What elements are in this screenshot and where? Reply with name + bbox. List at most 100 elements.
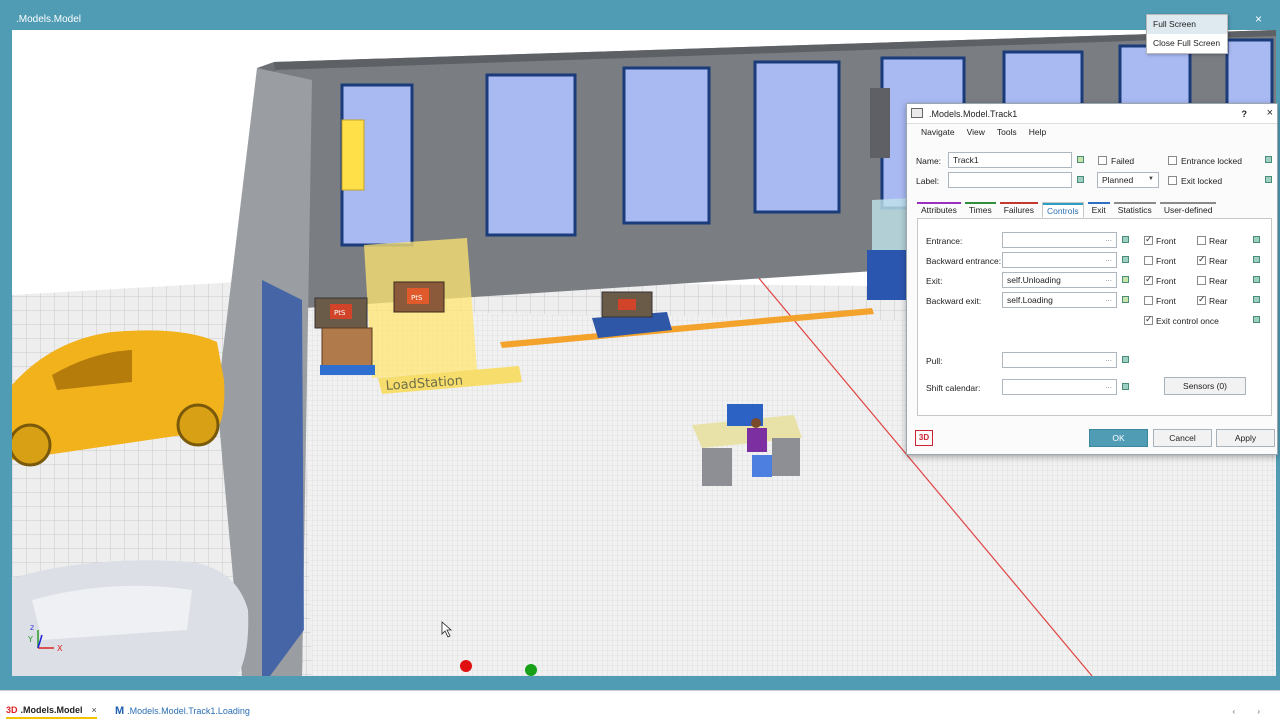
3d-icon: 3D [6,705,18,715]
tab-statistics[interactable]: Statistics [1113,202,1156,218]
ok-button[interactable]: OK [1089,429,1148,447]
exit-control-once-inherit-toggle[interactable] [1253,316,1260,323]
exit-rear-checkbox[interactable] [1197,276,1206,285]
backward-entrance-rear-label: Rear [1209,256,1228,266]
backward-exit-front-checkbox[interactable] [1144,296,1153,305]
backward-exit-rear-label: Rear [1209,296,1228,306]
browse-dots[interactable]: ... [1105,294,1112,303]
exit-field[interactable]: self.Unloading... [1002,272,1117,288]
window-close-button[interactable]: × [1255,12,1262,26]
menu-view[interactable]: View [961,124,991,142]
exit-side-inherit-toggle[interactable] [1253,276,1260,283]
backward-exit-rear-checkbox[interactable] [1197,294,1206,305]
tab-model-3d[interactable]: 3D .Models.Model × [6,703,97,719]
label-inherit-toggle[interactable] [1077,176,1084,183]
tab-controls[interactable]: Controls [1041,202,1084,218]
shift-calendar-field[interactable]: ... [1002,379,1117,395]
close-fullscreen-item[interactable]: Close Full Screen [1147,34,1227,53]
fullscreen-item[interactable]: Full Screen [1147,15,1227,34]
tab-attributes[interactable]: Attributes [917,202,961,218]
backward-entrance-rear-checkbox[interactable] [1197,254,1206,265]
name-inherit-toggle[interactable] [1077,156,1084,163]
backward-entrance-front-checkbox[interactable] [1144,256,1153,265]
dialog-close-button[interactable]: × [1267,107,1273,119]
pull-field[interactable]: ... [1002,352,1117,368]
close-icon[interactable]: × [92,705,97,715]
shift-calendar-inherit-toggle[interactable] [1122,383,1129,390]
controls-panel: Entrance: ... Front Rear Backward entran… [917,218,1272,416]
pull-inherit-toggle[interactable] [1122,356,1129,363]
entrance-field[interactable]: ... [1002,232,1117,248]
menu-tools[interactable]: Tools [991,124,1023,142]
method-icon: M [115,705,125,717]
dialog-window-icon [911,108,923,118]
state-dropdown[interactable]: Planned ▼ [1097,172,1159,188]
menu-navigate[interactable]: Navigate [915,124,961,142]
dialog-title: .Models.Model.Track1 [929,109,1018,119]
name-label: Name: [916,156,942,166]
entrance-locked-inherit-toggle[interactable] [1265,156,1272,163]
backward-entrance-field[interactable]: ... [1002,252,1117,268]
label-field[interactable] [948,172,1072,188]
browse-dots[interactable]: ... [1105,274,1112,283]
window-title: .Models.Model [16,14,82,25]
crate-label-1: PtS [411,294,423,302]
backward-entrance-inherit-toggle[interactable] [1122,256,1129,263]
exit-locked-inherit-toggle[interactable] [1265,176,1272,183]
3d-badge-icon[interactable]: 3D [915,430,933,446]
name-value: Track1 [953,155,979,165]
exit-front-checkbox[interactable] [1144,274,1153,285]
chevron-down-icon: ▼ [1148,176,1154,182]
exit-front-label: Front [1156,276,1176,286]
entrance-inherit-toggle[interactable] [1122,236,1129,243]
app-root: .Models.Model × LoadStation PtS PtS Y X … [0,0,1280,720]
browse-dots[interactable]: ... [1105,354,1112,363]
track-dialog: .Models.Model.Track1 ? × Navigate View T… [906,103,1278,455]
crate-label-2: PtS [334,309,346,317]
apply-button[interactable]: Apply [1216,429,1275,447]
menu-help[interactable]: Help [1023,124,1052,142]
backward-exit-field[interactable]: self.Loading... [1002,292,1117,308]
tab-scroll-arrows[interactable]: ‹ › [1232,707,1270,716]
browse-dots[interactable]: ... [1105,381,1112,390]
failed-checkbox[interactable] [1098,156,1107,165]
backward-entrance-side-inherit-toggle[interactable] [1253,256,1260,263]
sensors-button[interactable]: Sensors (0) [1164,377,1246,395]
document-tab-bar: 3D .Models.Model × M .Models.Model.Track… [0,690,1280,720]
exit-locked-label: Exit locked [1181,176,1223,186]
axis-y-label: Y [27,635,33,644]
tab-times[interactable]: Times [964,202,996,218]
entrance-locked-label: Entrance locked [1181,156,1242,166]
backward-exit-label: Backward exit: [926,296,982,306]
entrance-side-inherit-toggle[interactable] [1253,236,1260,243]
exit-control-once-checkbox[interactable] [1144,314,1153,325]
tab-loading-method[interactable]: M .Models.Model.Track1.Loading [115,703,250,719]
help-button[interactable]: ? [1242,109,1248,119]
entrance-front-checkbox[interactable] [1144,234,1153,245]
exit-locked-checkbox[interactable] [1168,176,1177,185]
pull-label: Pull: [926,356,943,366]
dialog-titlebar: .Models.Model.Track1 ? × [907,104,1277,124]
dialog-tabs: Attributes Times Failures Controls Exit … [917,202,1220,218]
entrance-rear-label: Rear [1209,236,1228,246]
tab-failures[interactable]: Failures [999,202,1038,218]
entrance-locked-checkbox[interactable] [1168,156,1177,165]
failed-label: Failed [1111,156,1135,166]
backward-exit-inherit-toggle[interactable] [1122,296,1129,303]
entrance-rear-checkbox[interactable] [1197,236,1206,245]
backward-exit-side-inherit-toggle[interactable] [1253,296,1260,303]
exit-rear-label: Rear [1209,276,1228,286]
browse-dots[interactable]: ... [1105,254,1112,263]
cancel-button[interactable]: Cancel [1153,429,1212,447]
exit-label: Exit: [926,276,943,286]
browse-dots[interactable]: ... [1105,234,1112,243]
backward-entrance-front-label: Front [1156,256,1176,266]
tab-model-3d-label: .Models.Model [20,705,83,715]
exit-inherit-toggle[interactable] [1122,276,1129,283]
name-field[interactable]: Track1 [948,152,1072,168]
dialog-menubar: Navigate View Tools Help [907,124,1277,142]
backward-entrance-label: Backward entrance: [926,256,1002,266]
tab-exit[interactable]: Exit [1087,202,1110,218]
tab-user-defined[interactable]: User-defined [1159,202,1217,218]
fullscreen-menu: Full Screen Close Full Screen [1146,14,1228,54]
